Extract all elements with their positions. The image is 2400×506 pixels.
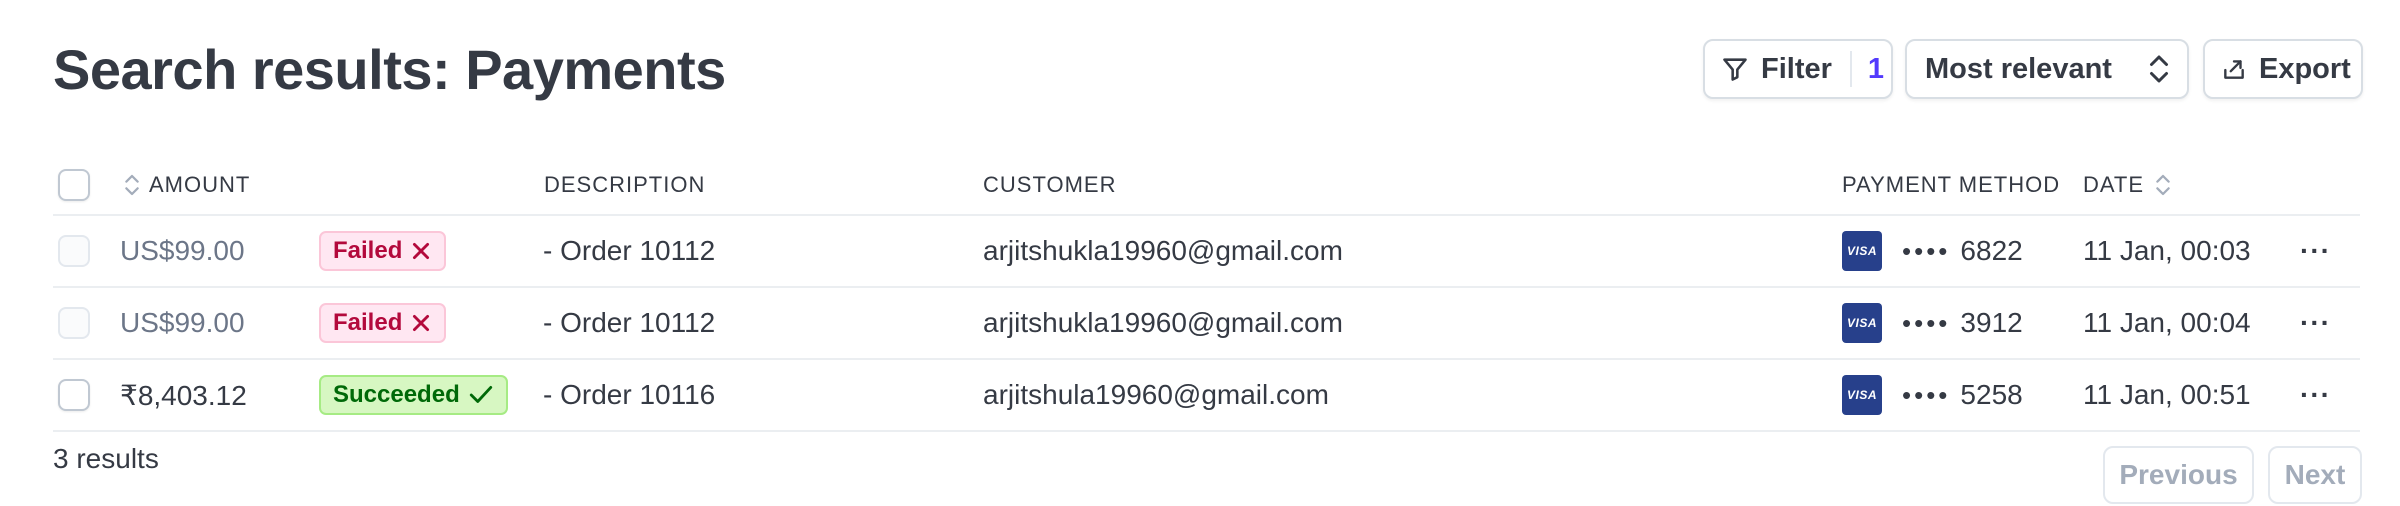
divider	[53, 430, 2360, 432]
customer-cell: arjitshukla19960@gmail.com	[983, 307, 1343, 338]
previous-page-button[interactable]: Previous	[2103, 446, 2254, 504]
card-last4: 6822	[1960, 235, 2023, 266]
description-cell: - Order 10112	[543, 235, 716, 266]
status-badge: Failed	[319, 303, 447, 343]
row-checkbox[interactable]	[58, 379, 90, 411]
visa-icon: VISA	[1842, 375, 1882, 415]
export-label: Export	[2259, 52, 2351, 85]
filter-count-badge: 1	[1867, 52, 1885, 85]
chevron-up-down-icon	[2156, 174, 2170, 196]
more-actions-button[interactable]: ···	[2300, 360, 2331, 430]
filter-label: Filter	[1761, 52, 1832, 85]
export-button[interactable]: Export	[2203, 39, 2363, 99]
status-badge: Succeeded	[319, 375, 508, 415]
column-date[interactable]: DATE	[2083, 155, 2172, 215]
payment-method-cell: VISA •••• 5258	[1842, 360, 2023, 430]
status-badge: Failed	[319, 231, 447, 271]
funnel-icon	[1721, 55, 1749, 83]
card-last4: 5258	[1960, 379, 2023, 410]
card-last4: 3912	[1960, 307, 2023, 338]
visa-icon: VISA	[1842, 231, 1882, 271]
filter-button[interactable]: Filter 1	[1703, 39, 1893, 99]
table-header: AMOUNT DESCRIPTION CUSTOMER PAYMENT METH…	[53, 155, 2400, 215]
card-mask: ••••	[1902, 235, 1951, 266]
column-customer: CUSTOMER	[983, 172, 1117, 197]
table-row[interactable]: US$99.00 Failed - Order 10112 arjitshukl…	[53, 288, 2360, 358]
x-icon	[413, 242, 430, 260]
more-actions-button[interactable]: ···	[2300, 216, 2331, 286]
select-all-checkbox-cell[interactable]	[58, 155, 90, 215]
date-cell: 11 Jan, 00:51	[2083, 379, 2251, 410]
card-mask: ••••	[1902, 379, 1951, 410]
payment-method-cell: VISA •••• 3912	[1842, 288, 2023, 358]
customer-cell: arjitshula19960@gmail.com	[983, 379, 1329, 410]
sort-select[interactable]: Most relevant	[1905, 39, 2189, 99]
customer-cell: arjitshukla19960@gmail.com	[983, 235, 1343, 266]
row-checkbox[interactable]	[58, 307, 90, 339]
payment-method-cell: VISA •••• 6822	[1842, 216, 2023, 286]
page-title: Search results: Payments	[53, 38, 726, 101]
x-icon	[413, 314, 430, 332]
description-cell: - Order 10112	[543, 307, 716, 338]
chevron-up-down-icon	[2147, 54, 2171, 84]
chevron-up-down-icon	[125, 174, 139, 196]
column-payment-method: PAYMENT METHOD	[1842, 172, 2061, 197]
date-cell: 11 Jan, 00:04	[2083, 307, 2251, 338]
select-all-checkbox[interactable]	[58, 169, 90, 201]
amount-cell: ₹8,403.12	[120, 379, 247, 411]
sort-value: Most relevant	[1925, 52, 2112, 85]
column-amount[interactable]: AMOUNT	[123, 155, 250, 215]
more-actions-button[interactable]: ···	[2300, 288, 2331, 358]
row-checkbox[interactable]	[58, 235, 90, 267]
description-cell: - Order 10116	[543, 379, 716, 410]
results-count: 3 results	[53, 443, 159, 474]
export-icon	[2221, 56, 2247, 82]
visa-icon: VISA	[1842, 303, 1882, 343]
check-icon	[469, 386, 492, 403]
next-page-button[interactable]: Next	[2268, 446, 2362, 504]
date-cell: 11 Jan, 00:03	[2083, 235, 2251, 266]
filter-divider	[1849, 51, 1852, 87]
amount-cell: US$99.00	[120, 235, 245, 266]
amount-cell: US$99.00	[120, 307, 245, 338]
table-row[interactable]: US$99.00 Failed - Order 10112 arjitshukl…	[53, 216, 2360, 286]
card-mask: ••••	[1902, 307, 1951, 338]
table-row[interactable]: ₹8,403.12 Succeeded - Order 10116 arjits…	[53, 360, 2360, 430]
column-description: DESCRIPTION	[544, 172, 706, 197]
